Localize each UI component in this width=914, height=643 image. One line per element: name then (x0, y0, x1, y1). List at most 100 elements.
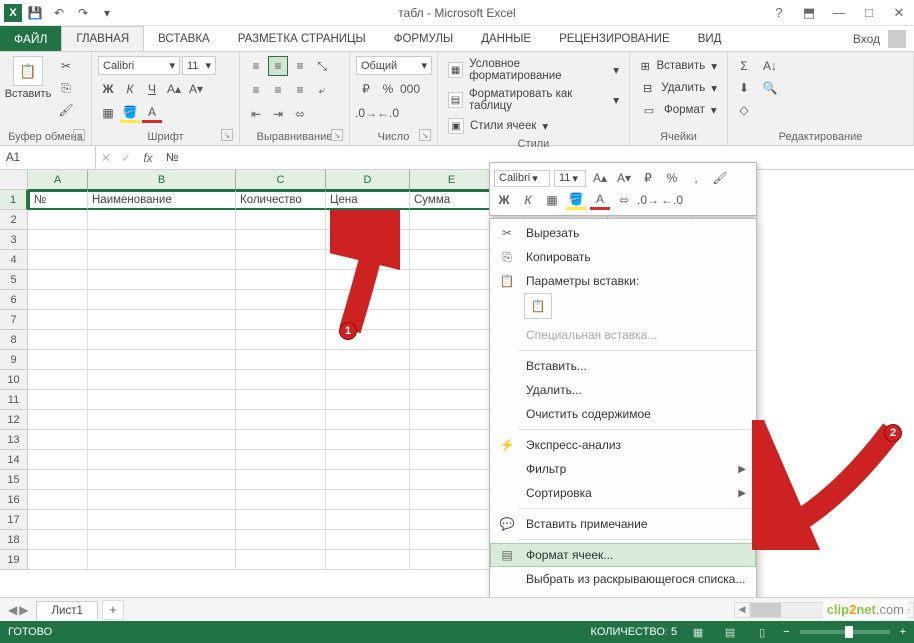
cell[interactable] (236, 510, 326, 530)
normal-view-icon[interactable]: ▦ (687, 623, 709, 641)
cell[interactable] (88, 270, 236, 290)
ctx-copy[interactable]: ⎘Копировать (490, 245, 756, 269)
ctx-delete[interactable]: Удалить... (490, 378, 756, 402)
name-box[interactable]: A1 (0, 146, 96, 169)
paste-button[interactable]: 📋 Вставить (6, 56, 50, 129)
ctx-format-cells[interactable]: ▤Формат ячеек... (490, 543, 756, 567)
mini-increase-font-icon[interactable]: A▴ (590, 168, 610, 188)
align-right-icon[interactable]: ≡ (290, 80, 310, 100)
cell[interactable] (326, 430, 410, 450)
zoom-out-icon[interactable]: − (783, 626, 789, 638)
cell[interactable] (410, 410, 494, 430)
cell[interactable] (410, 530, 494, 550)
font-name-select[interactable]: Calibri▾ (98, 56, 180, 75)
cell[interactable] (88, 330, 236, 350)
cell[interactable] (88, 290, 236, 310)
cut-icon[interactable]: ✂ (56, 56, 76, 76)
cell[interactable] (410, 450, 494, 470)
redo-icon[interactable]: ↷ (72, 2, 94, 24)
font-size-select[interactable]: 11▾ (182, 56, 216, 75)
cell[interactable] (88, 390, 236, 410)
cells-area[interactable]: №НаименованиеКоличествоЦенаСумма (28, 190, 914, 570)
ribbon-options-icon[interactable]: ⬒ (794, 2, 824, 24)
mini-merge-icon[interactable]: ⬄ (614, 190, 634, 210)
cell[interactable] (28, 210, 88, 230)
format-painter-icon[interactable]: 🖌 (56, 100, 76, 120)
cell[interactable] (326, 250, 410, 270)
cell[interactable]: Наименование (88, 190, 236, 210)
cell[interactable] (410, 430, 494, 450)
cell[interactable] (326, 450, 410, 470)
ctx-quick-analysis[interactable]: ⚡Экспресс-анализ (490, 433, 756, 457)
cancel-formula-icon[interactable]: ✕ (96, 151, 116, 165)
cell[interactable] (28, 490, 88, 510)
mini-font-name[interactable]: Calibri▾ (494, 170, 550, 187)
cell[interactable] (28, 270, 88, 290)
borders-icon[interactable]: ▦ (98, 103, 118, 123)
cell[interactable] (88, 350, 236, 370)
row-header[interactable]: 17 (0, 510, 28, 530)
cell[interactable] (88, 310, 236, 330)
maximize-icon[interactable]: □ (854, 2, 884, 24)
cell[interactable] (88, 370, 236, 390)
clipboard-dialog-launcher[interactable]: ↘ (73, 129, 85, 141)
cell[interactable] (28, 350, 88, 370)
increase-font-icon[interactable]: A▴ (164, 79, 184, 99)
undo-icon[interactable]: ↶ (48, 2, 70, 24)
help-icon[interactable]: ? (764, 2, 794, 24)
cell[interactable] (28, 410, 88, 430)
sort-filter-icon[interactable]: A↓ (760, 56, 780, 76)
mini-currency-icon[interactable]: ₽ (638, 168, 658, 188)
cell[interactable]: № (28, 190, 88, 210)
tab-review[interactable]: РЕЦЕНЗИРОВАНИЕ (545, 26, 684, 51)
row-header[interactable]: 8 (0, 330, 28, 350)
ctx-cut[interactable]: ✂Вырезать (490, 221, 756, 245)
underline-icon[interactable]: Ч (142, 79, 162, 99)
cell[interactable]: Сумма (410, 190, 494, 210)
cell[interactable] (88, 230, 236, 250)
row-header[interactable]: 3 (0, 230, 28, 250)
cell[interactable] (236, 290, 326, 310)
tab-data[interactable]: ДАННЫЕ (467, 26, 545, 51)
align-bottom-icon[interactable]: ≡ (290, 56, 310, 76)
cell[interactable] (410, 550, 494, 570)
login-label[interactable]: Вход (853, 32, 880, 46)
cell[interactable] (28, 510, 88, 530)
select-all-corner[interactable] (0, 170, 28, 190)
cell[interactable] (236, 550, 326, 570)
cell[interactable] (236, 390, 326, 410)
row-header[interactable]: 1 (0, 190, 28, 210)
cell[interactable] (410, 350, 494, 370)
increase-indent-icon[interactable]: ⇥ (268, 104, 288, 124)
cell[interactable] (88, 410, 236, 430)
conditional-format-button[interactable]: ▦Условное форматирование▾ (444, 56, 623, 84)
row-header[interactable]: 16 (0, 490, 28, 510)
cell[interactable] (88, 510, 236, 530)
avatar-icon[interactable] (888, 30, 906, 48)
font-dialog-launcher[interactable]: ↘ (221, 129, 233, 141)
cell[interactable] (236, 410, 326, 430)
cell[interactable] (88, 530, 236, 550)
cell[interactable] (88, 250, 236, 270)
cell[interactable] (236, 470, 326, 490)
row-header[interactable]: 5 (0, 270, 28, 290)
mini-comma-icon[interactable]: , (686, 168, 706, 188)
ctx-dropdown-list[interactable]: Выбрать из раскрывающегося списка... (490, 567, 756, 591)
cell[interactable]: Количество (236, 190, 326, 210)
copy-icon[interactable]: ⎘ (56, 78, 76, 98)
italic-icon[interactable]: К (120, 79, 140, 99)
increase-decimal-icon[interactable]: .0→ (356, 103, 376, 123)
comma-icon[interactable]: 000 (400, 79, 420, 99)
sheet-nav[interactable]: ◀▶ (0, 603, 36, 617)
mini-format-painter-icon[interactable]: 🖌 (710, 168, 730, 188)
cell[interactable] (326, 530, 410, 550)
mini-decrease-font-icon[interactable]: A▾ (614, 168, 634, 188)
delete-cells-button[interactable]: ⊟Удалить▾ (636, 78, 721, 98)
number-format-select[interactable]: Общий▾ (356, 56, 432, 75)
clear-icon[interactable]: ◇ (734, 100, 754, 120)
percent-icon[interactable]: % (378, 79, 398, 99)
cell[interactable] (236, 210, 326, 230)
mini-borders-icon[interactable]: ▦ (542, 190, 562, 210)
mini-font-size[interactable]: 11▾ (554, 170, 586, 187)
cell[interactable] (88, 210, 236, 230)
